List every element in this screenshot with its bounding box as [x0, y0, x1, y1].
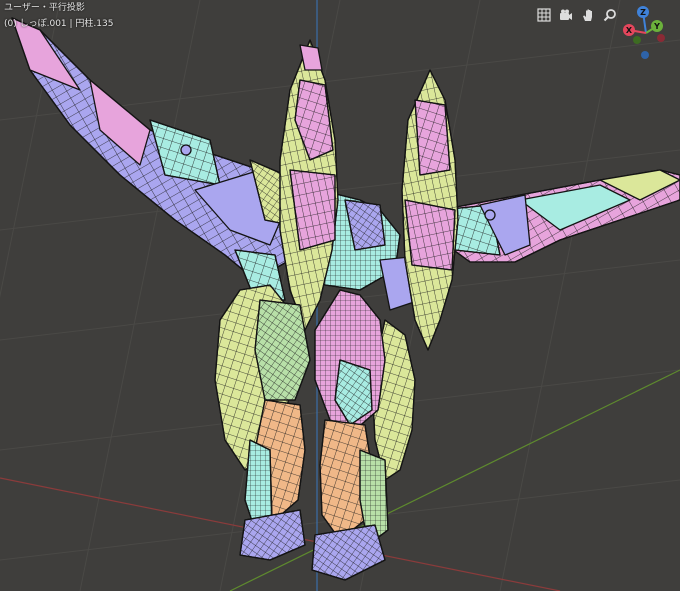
- active-object-info: (0) しっぽ.001 | 円柱.135: [4, 19, 114, 29]
- axis-gizmo[interactable]: Z Y X: [615, 2, 677, 64]
- gizmo-z-label: Z: [640, 8, 646, 17]
- gizmo-y-label: Y: [653, 22, 660, 31]
- gizmo-neg-x-handle[interactable]: [657, 34, 665, 42]
- left-wing[interactable]: [11, 17, 291, 301]
- grid-icon[interactable]: [535, 6, 553, 24]
- gizmo-neg-y-handle[interactable]: [633, 36, 641, 44]
- gizmo-x-label: X: [626, 26, 633, 35]
- 3d-viewport[interactable]: ユーザー・平行投影 (0) しっぽ.001 | 円柱.135 Z Y X: [0, 0, 680, 591]
- hand-pan-icon[interactable]: [579, 6, 597, 24]
- head-chest[interactable]: [314, 289, 386, 431]
- left-binder[interactable]: [279, 39, 339, 331]
- right-binder[interactable]: [401, 69, 459, 351]
- gizmo-neg-z-handle[interactable]: [641, 51, 649, 59]
- scene-canvas[interactable]: [0, 0, 680, 591]
- view-mode-label: ユーザー・平行投影: [4, 3, 85, 13]
- right-wing[interactable]: [439, 169, 680, 263]
- robot-model[interactable]: [11, 17, 680, 581]
- camera-icon[interactable]: [557, 6, 575, 24]
